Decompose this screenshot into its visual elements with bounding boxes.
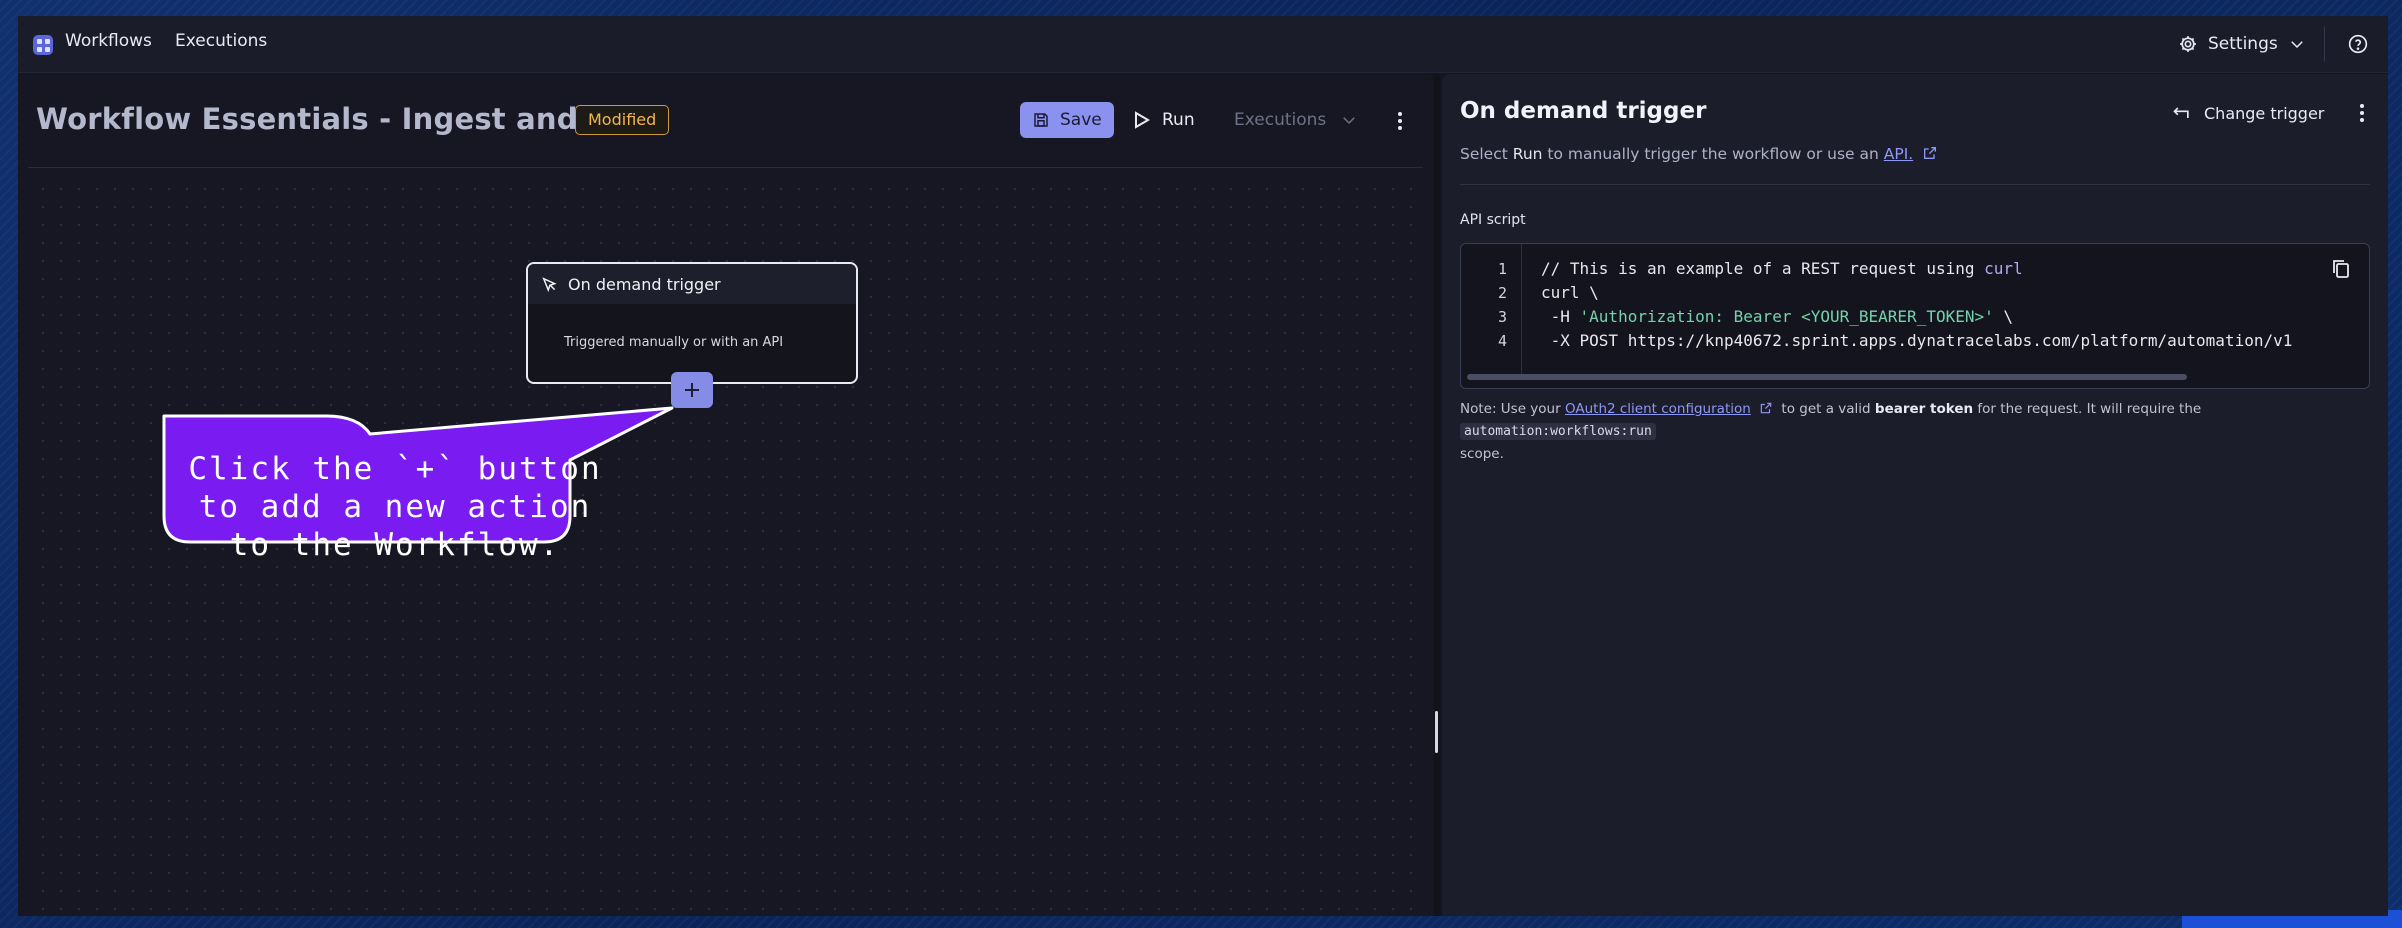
topbar-divider [2324,26,2325,62]
save-button[interactable]: Save [1020,102,1114,138]
code-comment: // This is an example of a REST request … [1541,259,1985,278]
scrollbar-thumb[interactable] [1467,374,2187,380]
line-number: 1 [1497,260,1507,278]
change-trigger-label: Change trigger [2204,103,2325,123]
code-line: curl \ [1541,283,1599,302]
resize-handle[interactable] [1435,711,1438,753]
callout-line: Click the `+` button [188,451,602,487]
change-trigger-button[interactable]: Change trigger [2172,100,2324,126]
add-action-button[interactable] [671,372,713,408]
code-line: -H 'Authorization: Bearer <YOUR_BEARER_T… [1541,307,2013,326]
run-button[interactable]: Run [1134,102,1195,138]
subtitle-prefix: Select [1460,145,1513,163]
external-link-icon[interactable] [1922,145,1938,161]
save-label: Save [1060,110,1102,130]
floppy-disk-icon [1034,113,1048,127]
line-number-gutter: 1 2 3 4 [1461,244,1522,374]
api-note: Note: Use your OAuth2 client configurati… [1460,398,2375,465]
code-continuation: \ [1993,307,2014,326]
pane-splitter[interactable] [1434,74,1440,916]
nav-workflows[interactable]: Workflows [65,31,152,51]
executions-dropdown[interactable]: Executions [1234,102,1358,138]
panel-divider [1460,184,2370,185]
chevron-down-icon [2290,41,2303,49]
api-script-code-block[interactable]: 1 2 3 4 // This is an example of a REST … [1460,243,2370,389]
top-bar: Workflows Executions Settings [18,16,2388,73]
note-bearer: bearer token [1874,401,1974,417]
line-number: 2 [1497,284,1507,302]
help-icon[interactable] [2348,34,2368,54]
more-options-icon[interactable] [1390,110,1410,132]
api-script-label: API script [1460,212,1526,228]
trigger-node-title: On demand trigger [568,274,721,294]
cursor-click-icon [542,277,557,293]
note-mid2: for the request. It will require the [1973,401,2202,417]
line-number: 4 [1497,332,1507,350]
note-suffix: scope. [1460,446,1504,462]
external-link-icon[interactable] [1759,401,1773,415]
api-link[interactable]: API. [1884,145,1913,163]
callout-line: to add a new action [198,489,592,525]
trigger-node-header: On demand trigger [528,264,856,304]
header-divider [28,167,1423,168]
subtitle-run: Run [1512,145,1543,163]
nav-executions[interactable]: Executions [175,31,267,51]
note-prefix: Note: Use your [1460,401,1565,417]
code-flag: -H [1541,307,1580,326]
trigger-details-panel: On demand trigger Change trigger Select … [1442,74,2388,916]
code-string: 'Authorization: Bearer <YOUR_BEARER_TOKE… [1579,307,1994,326]
run-label: Run [1162,110,1195,130]
more-options-icon[interactable] [2352,102,2372,124]
code-line: -X POST https://knp40672.sprint.apps.dyn… [1541,331,2293,350]
play-icon [1135,111,1150,129]
workflow-editor: Workflow Essentials - Ingest and Alert M… [18,74,1433,916]
scope-chip: automation:workflows:run [1460,423,1656,440]
settings-label: Settings [2208,34,2278,54]
note-mid: to get a valid [1777,401,1875,417]
panel-title: On demand trigger [1460,98,1707,124]
trigger-node-description: Triggered manually or with an API [564,335,784,350]
code-line: // This is an example of a REST request … [1541,259,2023,278]
subtitle-mid: to manually trigger the workflow or use … [1542,145,1884,163]
workflow-app: Workflows Executions Settings Workflow E… [18,16,2388,916]
plus-icon [685,383,699,397]
app-grid-icon[interactable] [33,35,53,55]
code-scrollbar[interactable] [1467,374,2363,382]
chevron-down-icon [1343,117,1356,125]
callout-text: Click the `+` button to add a new action… [182,450,608,564]
panel-subtitle: Select Run to manually trigger the workf… [1460,145,1938,163]
status-badge: Modified [575,105,670,135]
swap-arrow-icon [2173,107,2189,118]
oauth-link[interactable]: OAuth2 client configuration [1565,401,1751,417]
executions-label: Executions [1234,110,1327,130]
trigger-node[interactable]: On demand trigger Triggered manually or … [526,262,858,384]
callout-line: to the Workflow. [229,527,561,563]
code-keyword: curl [1984,259,2023,278]
settings-menu[interactable]: Settings [2178,28,2306,60]
copy-icon[interactable] [2331,258,2351,280]
gear-icon [2180,36,2196,52]
line-number: 3 [1497,308,1507,326]
